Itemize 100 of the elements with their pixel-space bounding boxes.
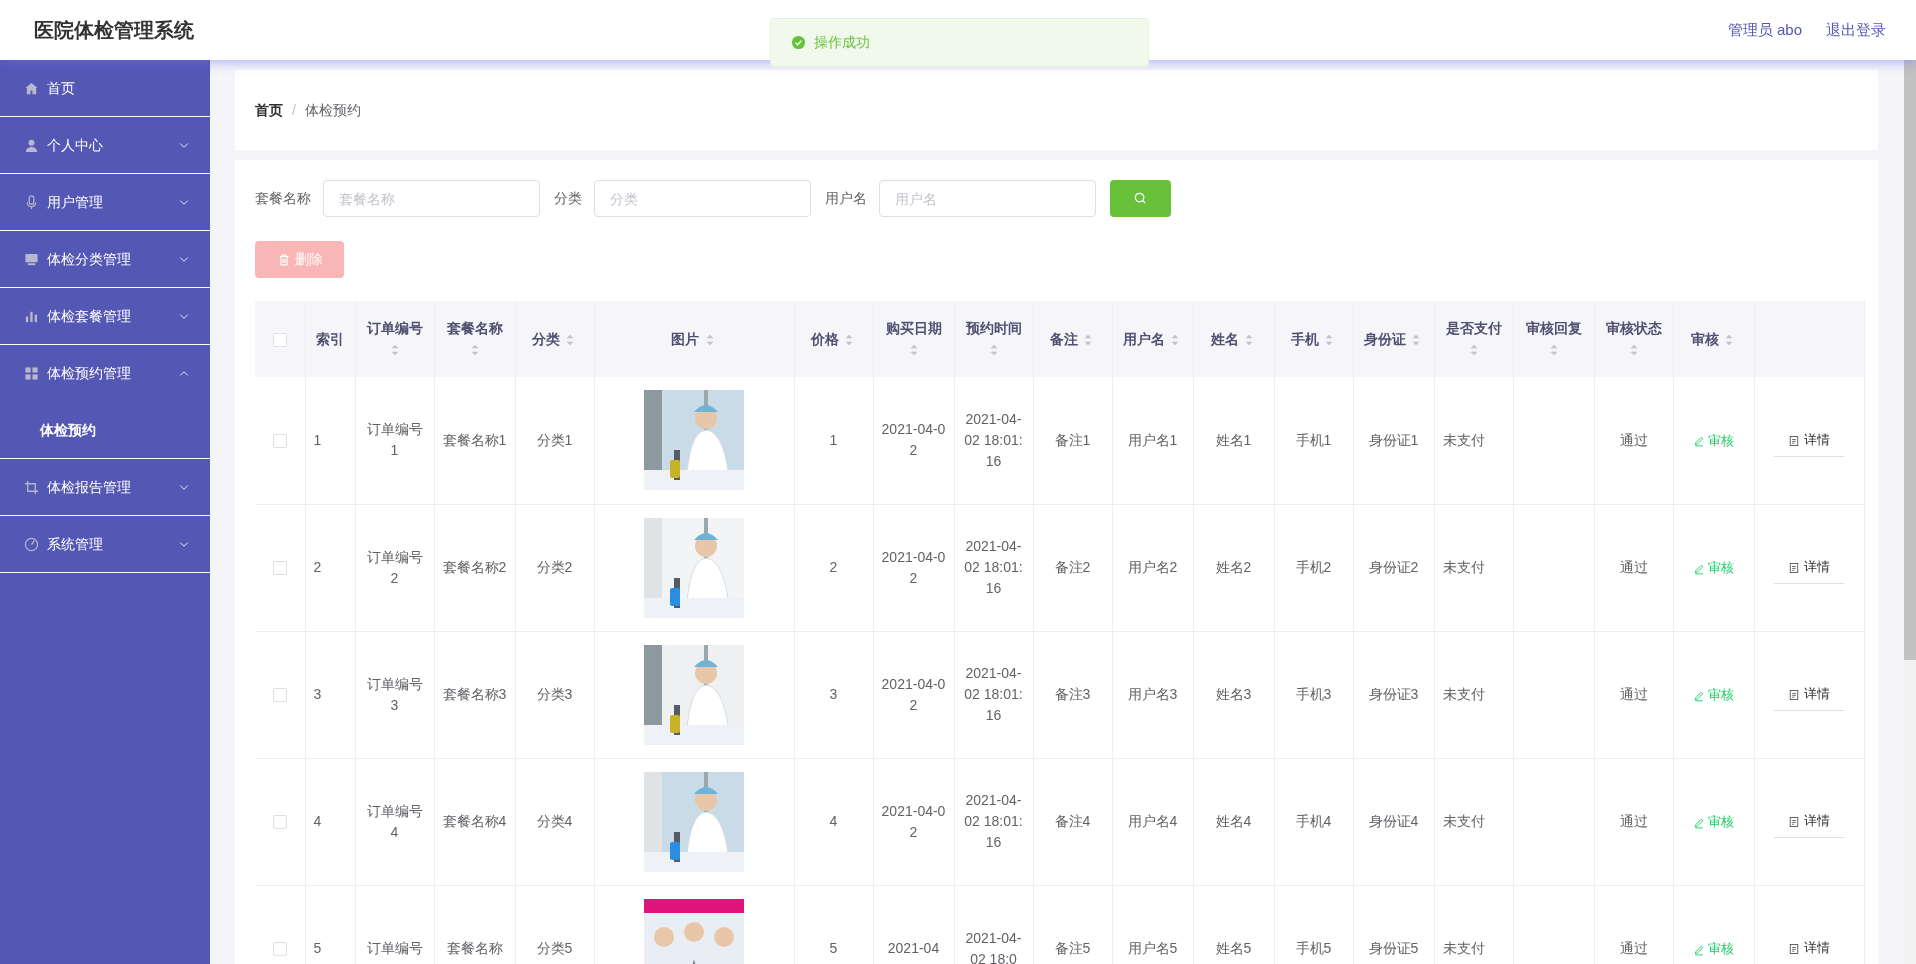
column-header[interactable]: 备注 xyxy=(1033,301,1112,377)
table-cell: 用户名1 xyxy=(1127,431,1178,448)
scrollbar[interactable] xyxy=(1904,60,1916,964)
user-name[interactable]: 管理员 abo xyxy=(1727,18,1802,42)
checkbox[interactable] xyxy=(272,942,287,957)
table-cell: 2021-04-02 18:01:16 xyxy=(964,538,1023,596)
table-cell: 通过 xyxy=(1619,813,1648,829)
app-title: 医院体检管理系统 xyxy=(34,18,194,43)
table-cell: 2021-04-02 18:01:16 xyxy=(964,665,1023,723)
table-cell: 通过 xyxy=(1619,559,1648,575)
search-button[interactable] xyxy=(1110,180,1171,217)
table-cell: 用户名4 xyxy=(1127,813,1178,829)
document-icon xyxy=(1788,434,1801,447)
pencil-icon xyxy=(1692,435,1705,448)
table-cell: 套餐名称 xyxy=(446,940,503,956)
table-cell: 3 xyxy=(829,686,838,702)
column-header[interactable]: 价格 xyxy=(794,301,873,377)
filter-label: 分类 xyxy=(554,189,582,208)
table-cell: 2 xyxy=(313,559,322,575)
column-header[interactable]: 审核 xyxy=(1673,301,1754,377)
table-cell: 未支付 xyxy=(1442,559,1485,575)
input-field[interactable]: 分类 xyxy=(594,180,811,217)
column-header[interactable]: 图片 xyxy=(594,301,794,377)
column-header: 索引 xyxy=(305,301,355,377)
breadcrumb-item[interactable]: 首页 xyxy=(255,99,283,121)
table-cell: 未支付 xyxy=(1442,813,1485,829)
sidebar-item[interactable]: 体检套餐管理 xyxy=(0,288,210,345)
microphone-icon xyxy=(24,194,39,210)
table-cell: 2 xyxy=(829,559,838,575)
table-cell: 未支付 xyxy=(1442,686,1485,702)
table-cell: 套餐名称1 xyxy=(442,431,507,448)
grid-icon xyxy=(24,366,39,381)
checkbox[interactable] xyxy=(272,815,287,830)
table-cell: 通过 xyxy=(1619,431,1648,448)
table-cell: 备注5 xyxy=(1054,940,1091,956)
toast-text: 操作成功 xyxy=(814,33,870,52)
column-header[interactable]: 预约时间 xyxy=(954,301,1033,377)
table-cell: 订单编号 xyxy=(366,940,423,956)
table-cell: 分类1 xyxy=(536,431,573,448)
table-cell: 1 xyxy=(829,431,838,448)
table-cell: 姓名1 xyxy=(1215,431,1252,448)
table-cell: 套餐名称2 xyxy=(442,559,507,575)
pencil-icon xyxy=(1692,943,1705,956)
input-field[interactable]: 用户名 xyxy=(879,180,1096,217)
column-header[interactable]: 姓名 xyxy=(1193,301,1274,377)
table-cell: 手机5 xyxy=(1295,940,1332,956)
checkbox[interactable] xyxy=(272,561,287,576)
column-header[interactable]: 用户名 xyxy=(1112,301,1193,377)
breadcrumb-item: 体检预约 xyxy=(304,100,361,120)
table-cell: 分类2 xyxy=(536,559,573,575)
checkbox[interactable] xyxy=(272,332,287,347)
table-cell: 2021-04-02 xyxy=(881,675,946,713)
table-cell: 备注3 xyxy=(1054,686,1091,702)
table-cell: 2021-04-02 xyxy=(881,548,946,586)
crop-icon xyxy=(24,479,39,495)
sidebar-item[interactable]: 体检分类管理 xyxy=(0,231,210,288)
sidebar-item[interactable]: 体检预约管理 xyxy=(0,345,210,402)
input-field[interactable]: 套餐名称 xyxy=(323,180,540,217)
home-icon xyxy=(24,80,39,96)
table-cell: 2021-04-02 18:0 xyxy=(965,929,1022,964)
table-cell: 用户名5 xyxy=(1127,940,1178,956)
sidebar-item[interactable]: 首页 xyxy=(0,60,210,117)
table-cell: 分类5 xyxy=(536,940,573,956)
table-cell: 5 xyxy=(313,940,322,956)
column-header[interactable]: 手机 xyxy=(1274,301,1353,377)
logout-link[interactable]: 退出登录 xyxy=(1826,18,1886,42)
table-cell: 身份证5 xyxy=(1368,940,1419,956)
table-cell: 套餐名称4 xyxy=(442,813,507,829)
column-header[interactable]: 分类 xyxy=(515,301,594,377)
document-icon xyxy=(1788,688,1801,701)
table-cell: 订单编号4 xyxy=(366,802,423,840)
table-cell: 2021-04-02 xyxy=(881,421,946,459)
column-header[interactable]: 身份证 xyxy=(1353,301,1434,377)
success-icon xyxy=(791,35,806,50)
table-cell: 备注2 xyxy=(1054,559,1091,575)
column-header[interactable]: 是否支付 xyxy=(1434,301,1513,377)
table-cell: 通过 xyxy=(1619,940,1648,956)
table-cell: 手机2 xyxy=(1295,559,1332,575)
column-header[interactable]: 审核回复 xyxy=(1513,301,1594,377)
table-cell: 分类4 xyxy=(536,813,573,829)
table-cell: 用户名2 xyxy=(1127,559,1178,575)
column-header[interactable]: 审核状态 xyxy=(1594,301,1673,377)
table-cell: 4 xyxy=(829,813,838,829)
checkbox[interactable] xyxy=(272,434,287,449)
pencil-icon xyxy=(1692,562,1705,575)
sidebar-item[interactable]: 体检报告管理 xyxy=(0,459,210,516)
column-header[interactable]: 订单编号 xyxy=(355,301,434,377)
table-cell: 3 xyxy=(313,686,322,702)
sidebar-item[interactable]: 个人中心 xyxy=(0,117,210,174)
sidebar-item[interactable]: 用户管理 xyxy=(0,174,210,231)
column-header[interactable]: 购买日期 xyxy=(873,301,954,377)
table-cell: 身份证2 xyxy=(1368,559,1419,575)
filter-label: 用户名 xyxy=(825,189,867,208)
table-cell: 姓名3 xyxy=(1215,686,1252,702)
table-cell: 用户名3 xyxy=(1127,686,1178,702)
table-cell: 2021-04-02 18:01:16 xyxy=(964,792,1023,850)
table-cell: 身份证4 xyxy=(1368,813,1419,829)
sidebar-item[interactable]: 系统管理 xyxy=(0,516,210,573)
column-header[interactable]: 套餐名称 xyxy=(434,301,515,377)
checkbox[interactable] xyxy=(272,688,287,703)
